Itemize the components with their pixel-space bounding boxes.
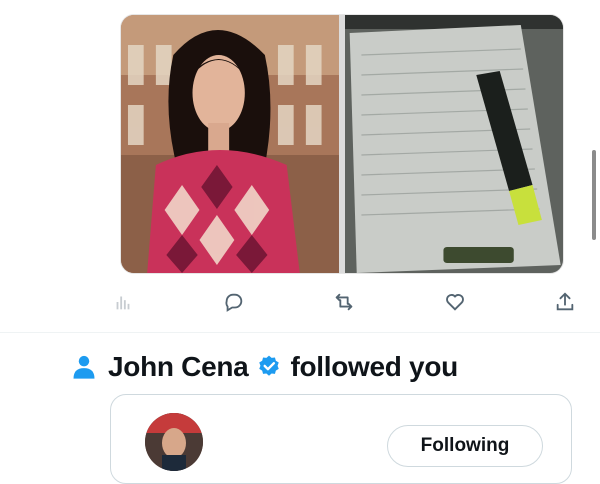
tweet-media[interactable] — [120, 14, 564, 274]
notification-text: John Cena followed you — [108, 351, 458, 383]
verified-badge-icon — [256, 354, 282, 380]
scrollbar[interactable] — [592, 150, 596, 240]
media-photo-portrait[interactable] — [121, 15, 339, 273]
reply-icon — [225, 293, 242, 312]
following-button[interactable]: Following — [387, 425, 543, 467]
retweet-icon — [335, 293, 353, 311]
action-text: followed you — [290, 351, 458, 382]
tweet-actions — [100, 285, 588, 319]
user-name[interactable]: John Cena — [108, 351, 249, 383]
analytics-button[interactable] — [108, 287, 138, 317]
heart-icon — [445, 294, 464, 311]
bar-chart-icon — [116, 296, 130, 310]
media-photo-notebook[interactable] — [345, 15, 563, 273]
user-card[interactable]: Following — [110, 394, 572, 484]
reply-button[interactable] — [219, 287, 249, 317]
follow-notification[interactable]: John Cena followed you — [70, 342, 458, 392]
share-button[interactable] — [550, 287, 580, 317]
share-icon — [556, 292, 574, 311]
divider — [0, 332, 600, 333]
retweet-button[interactable] — [329, 287, 359, 317]
avatar[interactable] — [145, 413, 203, 471]
person-icon — [70, 353, 98, 381]
like-button[interactable] — [440, 287, 470, 317]
